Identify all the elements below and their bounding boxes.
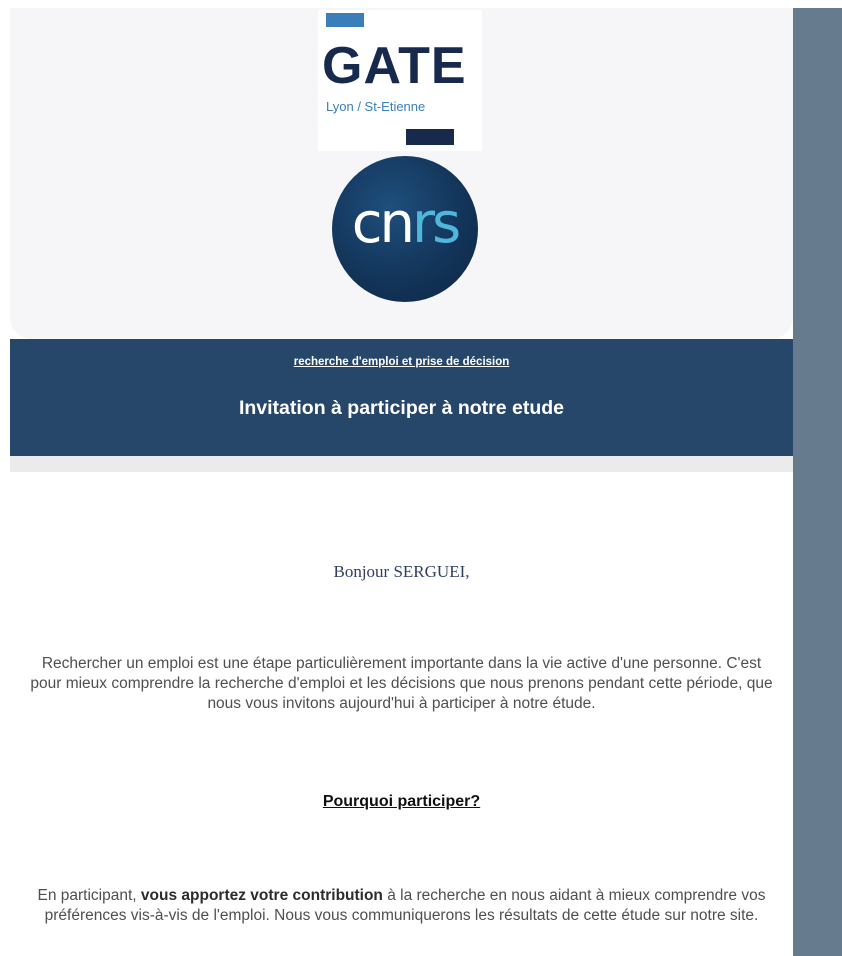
invitation-title: Invitation à participer à notre etude <box>238 397 565 419</box>
gate-logo-top-bar <box>326 13 364 27</box>
cnrs-logo: cnrs <box>332 156 478 302</box>
why-participate-link[interactable]: Pourquoi participer? <box>10 793 793 811</box>
intro-paragraph: Rechercher un emploi est une étape parti… <box>30 655 773 712</box>
cnrs-logo-text-part1: cn <box>351 191 415 256</box>
cnrs-logo-wordmark: cnrs <box>332 196 478 252</box>
gate-logo-bottom-bar <box>406 129 454 145</box>
contribution-paragraph: En participant, vous apportez votre cont… <box>30 886 773 926</box>
gate-logo-subtitle: Lyon / St-Etienne <box>326 99 426 114</box>
gate-logo: GATE Lyon / St-Etienne <box>318 10 482 151</box>
contribution-emphasis: vous apportez votre contribution <box>140 887 383 904</box>
study-banner: recherche d'emploi et prise de décision … <box>10 339 793 456</box>
right-side-strip <box>793 8 842 956</box>
cnrs-logo-text-part2: rs <box>412 191 461 256</box>
study-topic-link[interactable]: recherche d'emploi et prise de décision <box>10 356 793 368</box>
contribution-text-start: En participant, <box>37 887 141 904</box>
greeting-text: Bonjour SERGUEI, <box>333 562 470 581</box>
divider-bar <box>10 456 793 472</box>
gate-logo-wordmark: GATE <box>322 37 467 95</box>
